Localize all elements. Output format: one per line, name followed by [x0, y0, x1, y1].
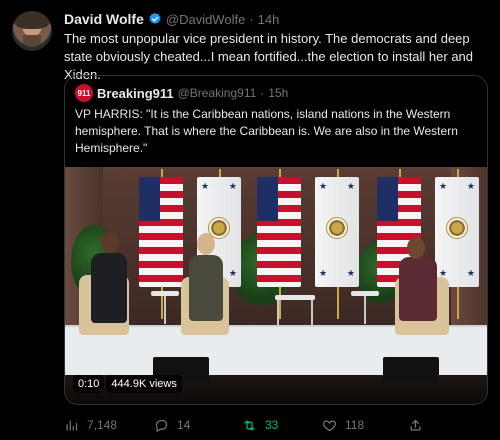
header-separator: · — [249, 11, 254, 27]
retweet-icon — [244, 420, 255, 430]
like-button[interactable]: 118 — [322, 414, 364, 436]
table-leg — [311, 300, 313, 326]
quoted-tweet[interactable]: 911 Breaking911 @Breaking911 · 15h VP HA… — [64, 75, 488, 405]
views-icon — [66, 420, 78, 430]
video-player[interactable]: ★★ ★★ ★★ ★★ ★★ ★★ — [65, 167, 487, 404]
quoted-author-name[interactable]: Breaking911 — [97, 86, 174, 101]
quoted-tweet-header: 911 Breaking911 @Breaking911 · 15h — [75, 84, 288, 102]
quoted-header-separator: · — [260, 86, 265, 100]
author-avatar[interactable] — [12, 11, 52, 51]
video-overlay: 0:10 444.9K views — [73, 375, 182, 393]
seated-person — [189, 255, 223, 321]
retweet-count: 33 — [265, 418, 279, 432]
person-head — [197, 233, 215, 255]
quoted-author-avatar[interactable]: 911 — [75, 84, 93, 102]
seated-person — [91, 253, 127, 323]
video-view-count: 444.9K views — [106, 375, 182, 393]
avatar-beard — [23, 35, 41, 47]
tweet-timestamp[interactable]: 14h — [258, 12, 280, 27]
us-flag — [257, 177, 301, 287]
person-head — [101, 231, 119, 253]
reply-icon — [155, 419, 168, 432]
video-duration: 0:10 — [73, 375, 105, 393]
table-leg — [364, 296, 366, 324]
like-count: 118 — [345, 418, 365, 432]
retweet-button[interactable]: 33 — [242, 414, 278, 436]
author-name[interactable]: David Wolfe — [64, 11, 144, 27]
vp-flag: ★★ ★★ — [315, 177, 359, 287]
views-button[interactable]: 7,148 — [64, 414, 117, 436]
views-count: 7,148 — [87, 418, 118, 432]
quoted-author-handle[interactable]: @Breaking911 — [178, 86, 257, 100]
quoted-tweet-timestamp[interactable]: 15h — [268, 86, 288, 100]
quoted-tweet-text: VP HARRIS: "It is the Caribbean nations,… — [75, 107, 458, 155]
avatar-hair — [14, 11, 50, 29]
reply-count: 14 — [177, 418, 191, 432]
us-flag — [139, 177, 183, 287]
seated-person — [399, 257, 437, 321]
verified-badge-icon — [149, 12, 161, 24]
table-leg — [277, 300, 279, 326]
share-button[interactable] — [408, 414, 431, 436]
share-icon — [410, 419, 421, 430]
like-icon — [322, 419, 337, 431]
table-leg — [164, 296, 166, 324]
person-head — [407, 237, 425, 259]
stage-speaker — [383, 357, 439, 383]
reply-button[interactable]: 14 — [154, 414, 190, 436]
tweet-action-bar: 7,148 14 33 118 — [64, 414, 484, 436]
author-handle[interactable]: @DavidWolfe — [166, 12, 245, 27]
vp-flag: ★★ ★★ — [435, 177, 479, 287]
tweet-header: David Wolfe @DavidWolfe · 14h — [64, 10, 279, 28]
center-table — [275, 295, 315, 300]
